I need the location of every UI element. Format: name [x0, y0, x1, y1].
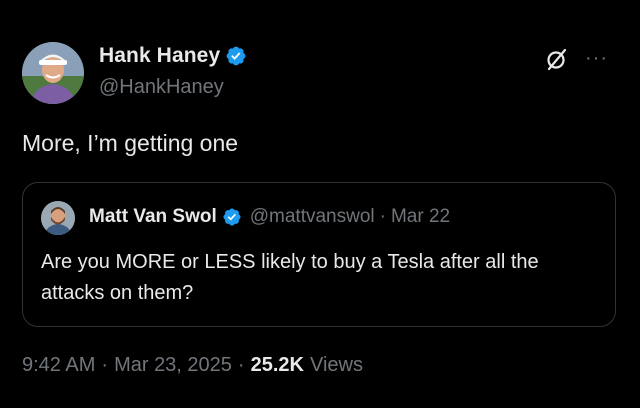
quoted-author-avatar[interactable] [41, 201, 75, 235]
tweet-time[interactable]: 9:42 AM [22, 354, 95, 377]
views-label: Views [309, 354, 363, 376]
quoted-text: Are you MORE or LESS likely to buy a Tes… [41, 251, 539, 304]
tweet-text: More, I’m getting one [22, 130, 239, 156]
verified-badge-icon[interactable] [225, 45, 247, 67]
golfer-avatar-icon [22, 42, 84, 104]
meta-separator: · [237, 354, 245, 376]
meta-separator: · [101, 354, 109, 376]
quoted-handle[interactable]: @mattvanswol [250, 206, 375, 228]
bearded-man-avatar-icon [41, 201, 75, 235]
quoted-separator: · [379, 206, 386, 227]
more-dots-icon[interactable]: ··· [585, 48, 608, 68]
tweet-meta: 9:42 AM · Mar 23, 2025 · 25.2K Views [22, 354, 363, 377]
quoted-tweet-card[interactable]: Matt Van Swol @mattvanswol · Mar 22 Are … [22, 182, 616, 327]
author-display-name[interactable]: Hank Haney [99, 44, 220, 68]
grok-icon[interactable] [545, 47, 569, 71]
quoted-date[interactable]: Mar 22 [391, 206, 450, 228]
author-avatar[interactable] [22, 42, 84, 104]
verified-badge-icon[interactable] [222, 207, 242, 227]
quoted-header: Matt Van Swol @mattvanswol · Mar 22 [89, 206, 450, 228]
author-handle[interactable]: @HankHaney [99, 76, 224, 99]
quoted-display-name[interactable]: Matt Van Swol [89, 206, 217, 228]
views-count: 25.2K [250, 354, 304, 376]
tweet-date[interactable]: Mar 23, 2025 [114, 354, 232, 377]
author-name-row: Hank Haney [99, 44, 247, 68]
